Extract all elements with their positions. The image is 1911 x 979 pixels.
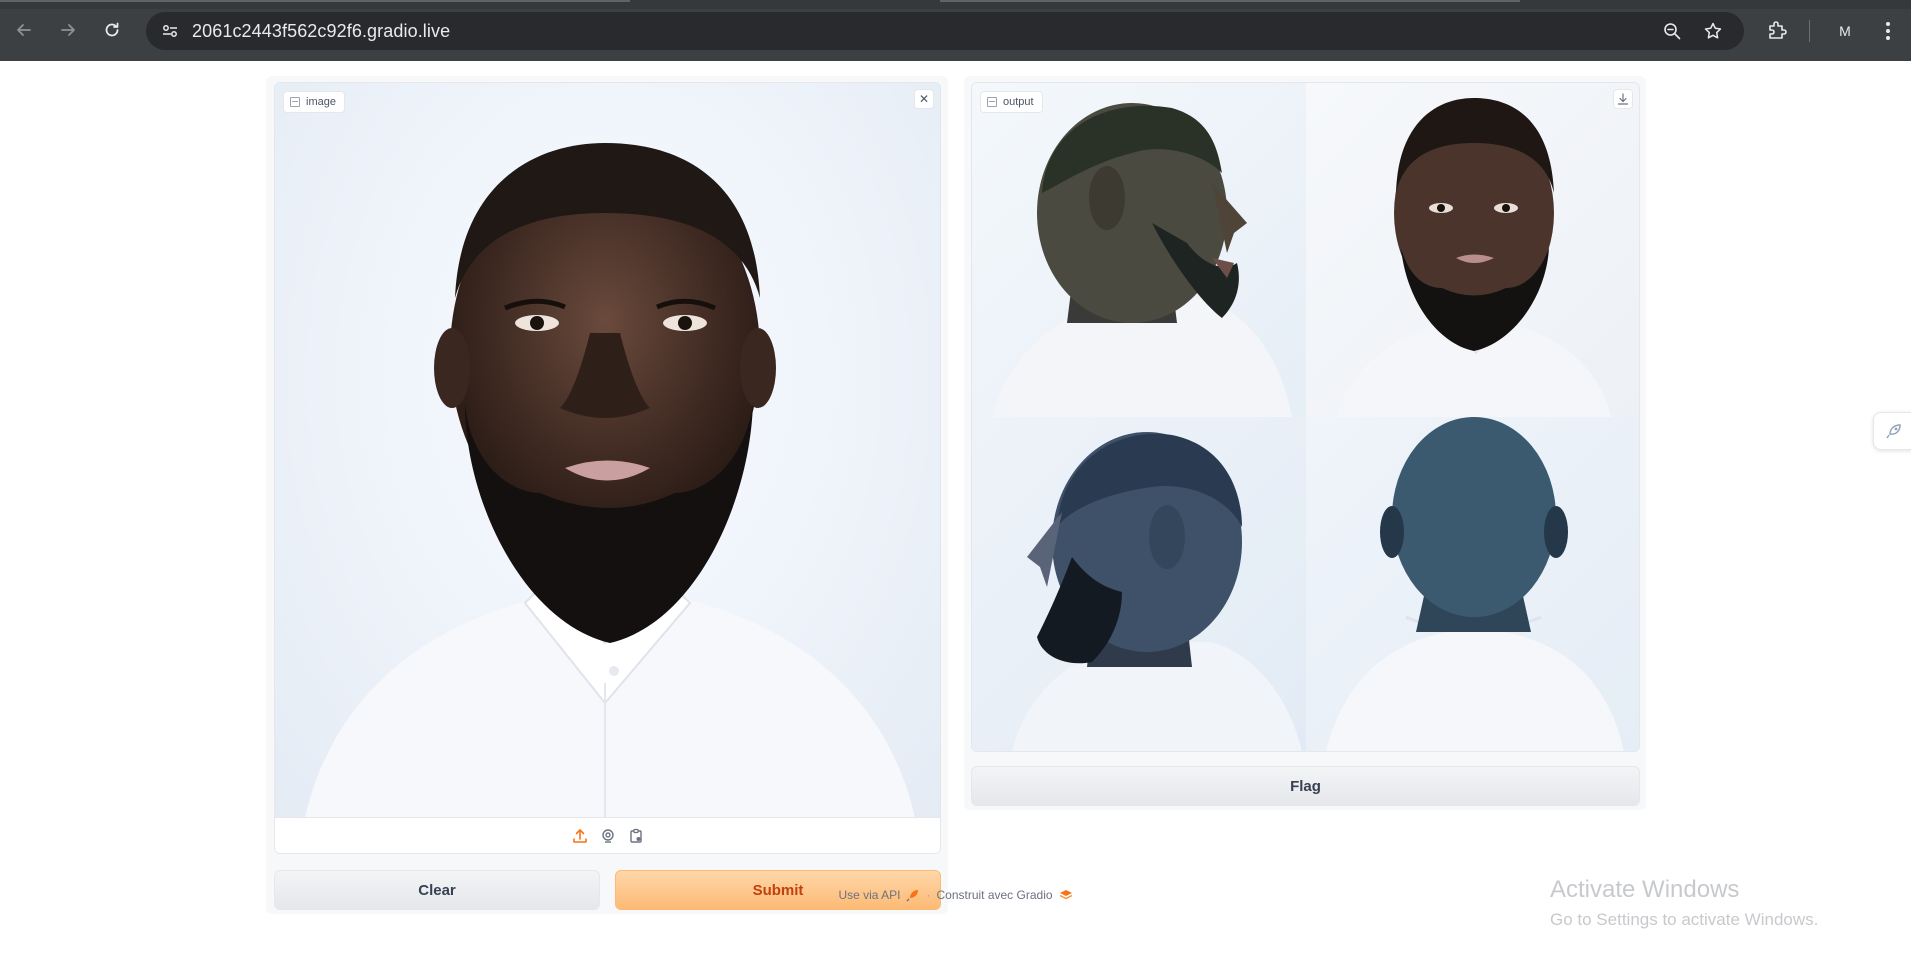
browser-toolbar: 2061c2443f562c92f6.gradio.live M — [0, 0, 1911, 61]
front-image — [1336, 98, 1611, 417]
address-bar[interactable]: 2061c2443f562c92f6.gradio.live — [146, 12, 1744, 50]
activate-windows-title: Activate Windows — [1550, 876, 1740, 903]
upload-button[interactable] — [571, 827, 589, 845]
output-view-back[interactable] — [1306, 417, 1639, 751]
download-icon — [1617, 93, 1629, 105]
output-label-text: output — [1003, 96, 1034, 108]
clipboard-icon — [629, 828, 642, 843]
output-label: output — [980, 91, 1043, 113]
upload-icon — [572, 828, 587, 843]
reload-icon — [105, 22, 119, 37]
use-via-api-link[interactable]: Use via API — [838, 888, 900, 902]
rocket-icon — [1885, 424, 1901, 439]
arrow-right-icon — [61, 24, 75, 36]
output-view-right-profile[interactable] — [972, 83, 1306, 417]
bookmark-star-icon[interactable] — [1703, 21, 1723, 41]
reload-button[interactable] — [98, 16, 126, 44]
input-photo[interactable] — [275, 83, 940, 818]
arrow-left-icon — [17, 24, 31, 36]
gradio-app: image ✕ Clear Submit output Flag — [0, 61, 1911, 979]
profile-left-image — [1012, 432, 1302, 751]
forward-button[interactable] — [54, 16, 82, 44]
portrait-image — [305, 143, 915, 818]
gradio-logo-icon — [1059, 890, 1072, 900]
zoom-icon[interactable] — [1662, 21, 1682, 41]
toolbar-divider — [1809, 20, 1810, 42]
footer-separator: · — [926, 888, 931, 902]
flag-button-label: Flag — [1290, 777, 1321, 795]
webcam-icon — [601, 828, 614, 843]
profile-avatar[interactable]: M — [1832, 18, 1858, 44]
output-view-front[interactable] — [1306, 83, 1639, 417]
extensions-icon[interactable] — [1765, 18, 1789, 42]
url-text[interactable]: 2061c2443f562c92f6.gradio.live — [192, 21, 450, 42]
profile-right-image — [992, 103, 1292, 417]
close-icon: ✕ — [918, 92, 930, 106]
rocket-icon — [906, 890, 919, 902]
image-input-label: image — [283, 91, 345, 113]
image-icon — [987, 97, 997, 107]
tab-indicator — [940, 0, 1520, 2]
remove-image-button[interactable]: ✕ — [914, 89, 934, 109]
back-button[interactable] — [10, 16, 38, 44]
output-view-left-profile[interactable] — [972, 417, 1306, 751]
tab-indicator — [0, 0, 630, 2]
flag-button[interactable]: Flag — [971, 766, 1640, 806]
built-with-gradio-link[interactable]: Construit avec Gradio — [936, 888, 1052, 902]
site-settings-icon[interactable] — [160, 21, 180, 41]
back-image — [1326, 417, 1624, 751]
image-input-block: image ✕ — [274, 82, 941, 854]
webcam-button[interactable] — [599, 827, 617, 845]
image-label-text: image — [306, 96, 336, 108]
output-image-block: output — [971, 82, 1640, 752]
download-button[interactable] — [1613, 89, 1633, 109]
clipboard-button[interactable] — [627, 827, 645, 845]
side-settings-button[interactable] — [1873, 412, 1911, 450]
activate-windows-subtitle: Go to Settings to activate Windows. — [1550, 910, 1819, 929]
image-icon — [290, 97, 300, 107]
browser-menu-button[interactable] — [1878, 18, 1898, 44]
image-source-toolbar — [275, 817, 940, 853]
profile-initial: M — [1839, 23, 1851, 39]
